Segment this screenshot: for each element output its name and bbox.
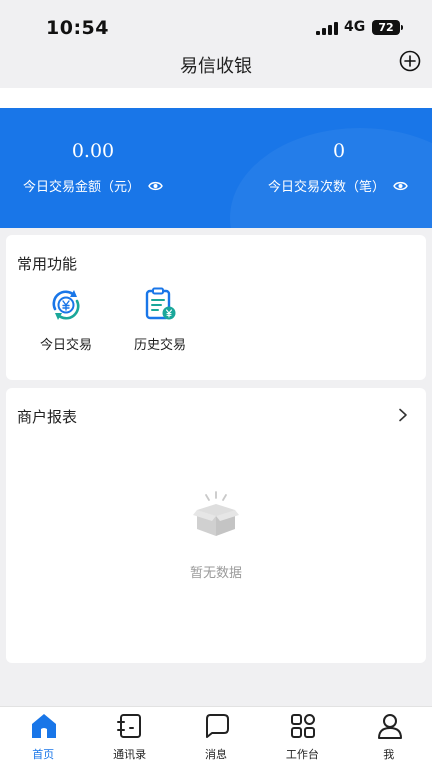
tab-messages[interactable]: 消息	[173, 707, 259, 768]
empty-box-icon	[193, 491, 239, 536]
eye-icon[interactable]	[148, 180, 163, 192]
tab-me-label: 我	[383, 748, 395, 761]
grid-icon	[291, 714, 316, 738]
today-transactions-label: 今日交易	[39, 338, 92, 353]
today-amount-label: 今日交易金额（元）	[23, 180, 141, 195]
tab-workbench-label: 工作台	[285, 748, 319, 761]
tab-contacts-label: 通讯录	[113, 748, 147, 761]
tab-workbench[interactable]: 工作台	[259, 707, 345, 768]
merchant-report-title: 商户报表	[17, 408, 78, 426]
plus-circle-icon[interactable]	[399, 50, 421, 72]
tab-home-label: 首页	[32, 748, 55, 761]
network-type: 4G	[344, 19, 366, 35]
battery-tip	[401, 25, 403, 30]
tab-home[interactable]: 首页	[0, 707, 86, 768]
page-title: 易信收银	[180, 56, 252, 77]
status-time: 10:54	[46, 17, 109, 39]
battery-icon: 72	[372, 20, 400, 35]
tab-me[interactable]: 我	[346, 707, 432, 768]
tab-contacts[interactable]: 通讯录	[86, 707, 172, 768]
history-transactions-button[interactable]: 历史交易	[119, 287, 201, 353]
today-amount-label-row: 今日交易金额（元）	[23, 176, 163, 195]
home-icon	[32, 714, 56, 738]
person-icon	[377, 714, 402, 739]
stats-banner: 0.00 今日交易金额（元） 0 今日交易次数（笔）	[0, 108, 432, 228]
today-amount-value: 0.00	[71, 140, 115, 162]
today-count-label-row: 今日交易次数（笔）	[268, 176, 408, 195]
today-count-value: 0	[332, 140, 346, 162]
common-functions-card: 常用功能 今日交易 历史交易	[6, 235, 426, 380]
chevron-right-icon[interactable]	[397, 408, 409, 422]
merchant-report-card[interactable]: 商户报表 暂无数据	[6, 388, 426, 663]
eye-icon[interactable]	[393, 180, 408, 192]
signal-icon	[316, 22, 338, 35]
history-transactions-label: 历史交易	[133, 338, 186, 353]
tab-bar: 首页 通讯录 消息 工作台 我	[0, 706, 432, 768]
yuan-cycle-icon	[52, 290, 80, 320]
history-document-icon	[145, 287, 176, 320]
header-divider	[0, 88, 432, 108]
nav-bar: 易信收银	[0, 48, 432, 88]
common-functions-title: 常用功能	[17, 255, 78, 273]
tab-messages-label: 消息	[204, 748, 227, 761]
empty-state-text: 暂无数据	[189, 566, 242, 581]
status-bar: 10:54 4G 72	[0, 0, 432, 48]
message-icon	[205, 714, 229, 738]
today-count-label: 今日交易次数（笔）	[268, 180, 386, 195]
contacts-icon	[117, 714, 142, 738]
today-transactions-button[interactable]: 今日交易	[25, 287, 107, 353]
